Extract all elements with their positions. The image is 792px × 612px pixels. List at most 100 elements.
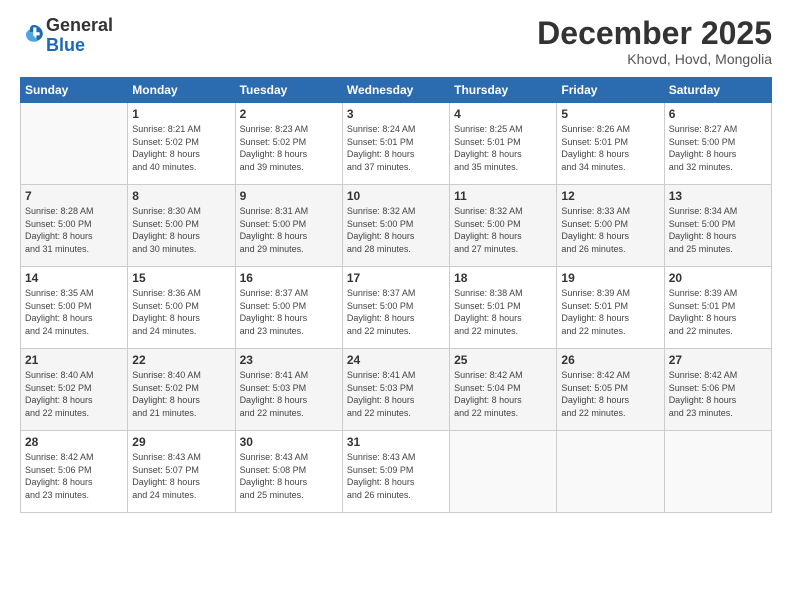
day-cell: 25 Sunrise: 8:42 AMSunset: 5:04 PMDayligh… — [450, 349, 557, 431]
day-number: 7 — [25, 189, 123, 203]
day-number: 31 — [347, 435, 445, 449]
day-info: Sunrise: 8:40 AMSunset: 5:02 PMDaylight:… — [132, 369, 230, 419]
day-info: Sunrise: 8:37 AMSunset: 5:00 PMDaylight:… — [347, 287, 445, 337]
day-cell: 12Sunrise: 8:33 AMSunset: 5:00 PMDayligh… — [557, 185, 664, 267]
day-cell: 22 Sunrise: 8:40 AMSunset: 5:02 PMDayligh… — [128, 349, 235, 431]
day-number: 4 — [454, 107, 552, 121]
day-info: Sunrise: 8:38 AMSunset: 5:01 PMDaylight:… — [454, 287, 552, 337]
day-number: 1 — [132, 107, 230, 121]
day-cell: 18 Sunrise: 8:38 AMSunset: 5:01 PMDayligh… — [450, 267, 557, 349]
day-number: 29 — [132, 435, 230, 449]
logo-icon — [22, 21, 46, 45]
day-info: Sunrise: 8:21 AMSunset: 5:02 PMDaylight:… — [132, 123, 230, 173]
header-row: SundayMondayTuesdayWednesdayThursdayFrid… — [21, 78, 772, 103]
day-number: 25 — [454, 353, 552, 367]
day-cell: 29 Sunrise: 8:43 AMSunset: 5:07 PMDayligh… — [128, 431, 235, 513]
day-cell: 5 Sunrise: 8:26 AMSunset: 5:01 PMDaylight… — [557, 103, 664, 185]
logo: General Blue — [20, 16, 113, 56]
day-info: Sunrise: 8:43 AMSunset: 5:07 PMDaylight:… — [132, 451, 230, 501]
col-header-sunday: Sunday — [21, 78, 128, 103]
day-info: Sunrise: 8:32 AMSunset: 5:00 PMDaylight:… — [454, 205, 552, 255]
day-info: Sunrise: 8:42 AMSunset: 5:04 PMDaylight:… — [454, 369, 552, 419]
day-cell: 19Sunrise: 8:39 AMSunset: 5:01 PMDayligh… — [557, 267, 664, 349]
day-info: Sunrise: 8:24 AMSunset: 5:01 PMDaylight:… — [347, 123, 445, 173]
day-cell: 6Sunrise: 8:27 AMSunset: 5:00 PMDaylight… — [664, 103, 771, 185]
day-number: 10 — [347, 189, 445, 203]
week-row-2: 14Sunrise: 8:35 AMSunset: 5:00 PMDayligh… — [21, 267, 772, 349]
day-number: 26 — [561, 353, 659, 367]
day-number: 17 — [347, 271, 445, 285]
day-number: 11 — [454, 189, 552, 203]
day-number: 5 — [561, 107, 659, 121]
day-info: Sunrise: 8:37 AMSunset: 5:00 PMDaylight:… — [240, 287, 338, 337]
day-cell: 28Sunrise: 8:42 AMSunset: 5:06 PMDayligh… — [21, 431, 128, 513]
day-cell: 14Sunrise: 8:35 AMSunset: 5:00 PMDayligh… — [21, 267, 128, 349]
day-info: Sunrise: 8:31 AMSunset: 5:00 PMDaylight:… — [240, 205, 338, 255]
day-cell: 4 Sunrise: 8:25 AMSunset: 5:01 PMDaylight… — [450, 103, 557, 185]
day-number: 13 — [669, 189, 767, 203]
calendar-table: SundayMondayTuesdayWednesdayThursdayFrid… — [20, 77, 772, 513]
day-info: Sunrise: 8:39 AMSunset: 5:01 PMDaylight:… — [561, 287, 659, 337]
day-info: Sunrise: 8:33 AMSunset: 5:00 PMDaylight:… — [561, 205, 659, 255]
day-info: Sunrise: 8:39 AMSunset: 5:01 PMDaylight:… — [669, 287, 767, 337]
week-row-1: 7 Sunrise: 8:28 AMSunset: 5:00 PMDaylight… — [21, 185, 772, 267]
week-row-4: 28Sunrise: 8:42 AMSunset: 5:06 PMDayligh… — [21, 431, 772, 513]
day-cell: 21Sunrise: 8:40 AMSunset: 5:02 PMDayligh… — [21, 349, 128, 431]
day-info: Sunrise: 8:36 AMSunset: 5:00 PMDaylight:… — [132, 287, 230, 337]
day-info: Sunrise: 8:28 AMSunset: 5:00 PMDaylight:… — [25, 205, 123, 255]
day-cell: 15Sunrise: 8:36 AMSunset: 5:00 PMDayligh… — [128, 267, 235, 349]
day-cell: 2Sunrise: 8:23 AMSunset: 5:02 PMDaylight… — [235, 103, 342, 185]
day-cell: 26 Sunrise: 8:42 AMSunset: 5:05 PMDayligh… — [557, 349, 664, 431]
location-subtitle: Khovd, Hovd, Mongolia — [537, 51, 772, 67]
day-cell — [664, 431, 771, 513]
col-header-saturday: Saturday — [664, 78, 771, 103]
header: General Blue December 2025 Khovd, Hovd, … — [20, 16, 772, 67]
day-info: Sunrise: 8:43 AMSunset: 5:09 PMDaylight:… — [347, 451, 445, 501]
day-cell: 1 Sunrise: 8:21 AMSunset: 5:02 PMDaylight… — [128, 103, 235, 185]
day-cell: 31 Sunrise: 8:43 AMSunset: 5:09 PMDayligh… — [342, 431, 449, 513]
week-row-0: 1 Sunrise: 8:21 AMSunset: 5:02 PMDaylight… — [21, 103, 772, 185]
day-cell — [450, 431, 557, 513]
day-number: 16 — [240, 271, 338, 285]
day-cell: 11 Sunrise: 8:32 AMSunset: 5:00 PMDayligh… — [450, 185, 557, 267]
day-number: 22 — [132, 353, 230, 367]
day-info: Sunrise: 8:26 AMSunset: 5:01 PMDaylight:… — [561, 123, 659, 173]
day-info: Sunrise: 8:42 AMSunset: 5:06 PMDaylight:… — [669, 369, 767, 419]
day-number: 24 — [347, 353, 445, 367]
day-info: Sunrise: 8:41 AMSunset: 5:03 PMDaylight:… — [347, 369, 445, 419]
col-header-friday: Friday — [557, 78, 664, 103]
day-number: 8 — [132, 189, 230, 203]
day-number: 3 — [347, 107, 445, 121]
week-row-3: 21Sunrise: 8:40 AMSunset: 5:02 PMDayligh… — [21, 349, 772, 431]
day-cell: 30Sunrise: 8:43 AMSunset: 5:08 PMDayligh… — [235, 431, 342, 513]
title-block: December 2025 Khovd, Hovd, Mongolia — [537, 16, 772, 67]
day-number: 2 — [240, 107, 338, 121]
day-cell: 17 Sunrise: 8:37 AMSunset: 5:00 PMDayligh… — [342, 267, 449, 349]
day-info: Sunrise: 8:42 AMSunset: 5:06 PMDaylight:… — [25, 451, 123, 501]
day-cell: 8Sunrise: 8:30 AMSunset: 5:00 PMDaylight… — [128, 185, 235, 267]
day-info: Sunrise: 8:42 AMSunset: 5:05 PMDaylight:… — [561, 369, 659, 419]
col-header-thursday: Thursday — [450, 78, 557, 103]
day-info: Sunrise: 8:43 AMSunset: 5:08 PMDaylight:… — [240, 451, 338, 501]
day-info: Sunrise: 8:41 AMSunset: 5:03 PMDaylight:… — [240, 369, 338, 419]
day-cell — [557, 431, 664, 513]
day-cell: 10Sunrise: 8:32 AMSunset: 5:00 PMDayligh… — [342, 185, 449, 267]
day-number: 6 — [669, 107, 767, 121]
day-cell: 3 Sunrise: 8:24 AMSunset: 5:01 PMDaylight… — [342, 103, 449, 185]
day-cell: 23 Sunrise: 8:41 AMSunset: 5:03 PMDayligh… — [235, 349, 342, 431]
day-info: Sunrise: 8:25 AMSunset: 5:01 PMDaylight:… — [454, 123, 552, 173]
day-cell: 24 Sunrise: 8:41 AMSunset: 5:03 PMDayligh… — [342, 349, 449, 431]
col-header-wednesday: Wednesday — [342, 78, 449, 103]
month-title: December 2025 — [537, 16, 772, 51]
day-info: Sunrise: 8:40 AMSunset: 5:02 PMDaylight:… — [25, 369, 123, 419]
day-cell: 20 Sunrise: 8:39 AMSunset: 5:01 PMDayligh… — [664, 267, 771, 349]
day-number: 23 — [240, 353, 338, 367]
day-number: 18 — [454, 271, 552, 285]
col-header-tuesday: Tuesday — [235, 78, 342, 103]
day-info: Sunrise: 8:34 AMSunset: 5:00 PMDaylight:… — [669, 205, 767, 255]
col-header-monday: Monday — [128, 78, 235, 103]
day-cell: 27Sunrise: 8:42 AMSunset: 5:06 PMDayligh… — [664, 349, 771, 431]
day-number: 20 — [669, 271, 767, 285]
main-container: General Blue December 2025 Khovd, Hovd, … — [0, 0, 792, 523]
day-cell: 9Sunrise: 8:31 AMSunset: 5:00 PMDaylight… — [235, 185, 342, 267]
